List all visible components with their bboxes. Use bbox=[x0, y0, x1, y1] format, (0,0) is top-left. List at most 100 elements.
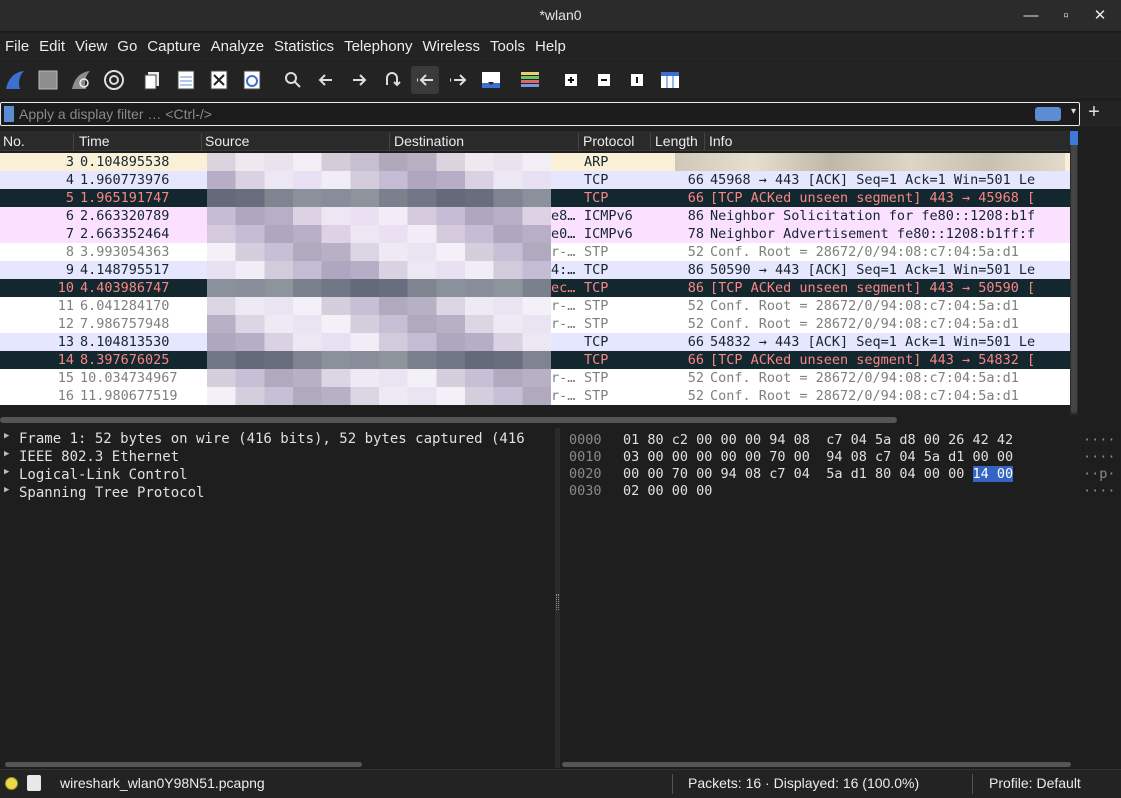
restart-capture-icon[interactable] bbox=[67, 66, 95, 94]
go-to-packet-icon[interactable] bbox=[378, 66, 406, 94]
packet-row[interactable]: 5 1.965191747 TCP 66 [TCP ACKed unseen segme… bbox=[0, 189, 1070, 207]
packet-time: 11.980677519 bbox=[80, 388, 178, 404]
save-file-icon[interactable] bbox=[172, 66, 200, 94]
detail-tree-item[interactable]: ▶ Logical-Link Control bbox=[0, 466, 555, 484]
column-header-protocol[interactable]: Protocol bbox=[580, 133, 651, 151]
packet-time: 3.993054363 bbox=[80, 244, 170, 260]
packet-destination-tail: r-… bbox=[551, 244, 576, 260]
normal-size-icon[interactable] bbox=[623, 66, 651, 94]
packet-number: 7 bbox=[65, 226, 74, 242]
packet-length: 52 bbox=[687, 316, 704, 332]
packet-length: 52 bbox=[687, 388, 704, 404]
redacted-addresses bbox=[207, 315, 551, 333]
expand-arrow-icon[interactable]: ▶ bbox=[4, 431, 9, 441]
packet-number: 12 bbox=[57, 316, 74, 332]
hex-bytes: 01 80 c2 00 00 00 94 08 c7 04 5a d8 00 2… bbox=[623, 432, 1014, 448]
packet-time: 1.965191747 bbox=[80, 190, 170, 206]
display-filter-input[interactable] bbox=[19, 105, 1019, 123]
menu-statistics[interactable]: Statistics bbox=[269, 33, 339, 61]
expand-arrow-icon[interactable]: ▶ bbox=[4, 449, 9, 459]
resize-columns-icon[interactable] bbox=[656, 66, 684, 94]
packet-info: Conf. Root = 28672/0/94:08:c7:04:5a:d1 bbox=[710, 316, 1019, 332]
zoom-out-icon[interactable] bbox=[590, 66, 618, 94]
packet-list-horizontal-scrollbar[interactable] bbox=[0, 417, 897, 423]
expert-info-led-icon[interactable] bbox=[5, 777, 18, 790]
menu-telephony[interactable]: Telephony bbox=[339, 33, 417, 61]
add-filter-button[interactable]: + bbox=[1086, 101, 1102, 124]
menu-capture[interactable]: Capture bbox=[142, 33, 205, 61]
column-header-source[interactable]: Source bbox=[202, 133, 390, 151]
packet-row[interactable]: 3 0.104895538 ARP bbox=[0, 153, 1070, 171]
packet-number: 15 bbox=[57, 370, 74, 386]
detail-tree-label: Frame 1: 52 bytes on wire (416 bits), 52… bbox=[19, 431, 525, 447]
minimize-button[interactable]: — bbox=[1021, 6, 1041, 26]
apply-filter-arrow-icon[interactable] bbox=[1035, 107, 1061, 121]
column-header-no[interactable]: No. bbox=[0, 133, 74, 151]
close-file-icon[interactable] bbox=[205, 66, 233, 94]
menu-help[interactable]: Help bbox=[530, 33, 571, 61]
expand-arrow-icon[interactable]: ▶ bbox=[4, 467, 9, 477]
go-forward-icon[interactable] bbox=[345, 66, 373, 94]
column-header-info[interactable]: Info bbox=[706, 133, 1070, 151]
menu-view[interactable]: View bbox=[70, 33, 112, 61]
column-header-destination[interactable]: Destination bbox=[391, 133, 579, 151]
packet-info: Conf. Root = 28672/0/94:08:c7:04:5a:d1 bbox=[710, 388, 1019, 404]
expand-arrow-icon[interactable]: ▶ bbox=[4, 485, 9, 495]
go-last-icon[interactable] bbox=[444, 66, 472, 94]
menu-file[interactable]: File bbox=[0, 33, 34, 61]
zoom-in-icon[interactable] bbox=[557, 66, 585, 94]
column-header-length[interactable]: Length bbox=[652, 133, 705, 151]
packet-row[interactable]: 6 2.663320789 e8… ICMPv6 86 Neighbor Solicita… bbox=[0, 207, 1070, 225]
packet-row[interactable]: 15 10.034734967 r-… STP 52 Conf. Root = 28672… bbox=[0, 369, 1070, 387]
packet-row[interactable]: 8 3.993054363 r-… STP 52 Conf. Root = 28672/0… bbox=[0, 243, 1070, 261]
profile-selector[interactable]: Profile: Default bbox=[989, 775, 1081, 791]
shark-fin-start-icon[interactable] bbox=[1, 66, 29, 94]
packet-row[interactable]: 9 4.148795517 4:… TCP 86 50590 → 443 [ACK] Se… bbox=[0, 261, 1070, 279]
detail-tree-item[interactable]: ▶ Frame 1: 52 bytes on wire (416 bits), 5… bbox=[0, 430, 555, 448]
packet-row[interactable]: 16 11.980677519 r-… STP 52 Conf. Root = 28672… bbox=[0, 387, 1070, 405]
packet-row[interactable]: 11 6.041284170 r-… STP 52 Conf. Root = 28672/… bbox=[0, 297, 1070, 315]
menu-tools[interactable]: Tools bbox=[485, 33, 530, 61]
detail-tree-item[interactable]: ▶ IEEE 802.3 Ethernet bbox=[0, 448, 555, 466]
status-bar: wireshark_wlan0Y98N51.pcapng Packets: 16… bbox=[0, 769, 1121, 798]
stop-capture-icon[interactable] bbox=[34, 66, 62, 94]
packet-row[interactable]: 7 2.663352464 e0… ICMPv6 78 Neighbor Advertis… bbox=[0, 225, 1070, 243]
packet-number: 10 bbox=[57, 280, 74, 296]
display-filter-bar: ▾ + bbox=[0, 101, 1121, 127]
packet-protocol: TCP bbox=[584, 172, 609, 188]
bytes-horizontal-scrollbar[interactable] bbox=[562, 762, 1071, 767]
autoscroll-icon[interactable] bbox=[477, 66, 505, 94]
menu-edit[interactable]: Edit bbox=[34, 33, 70, 61]
column-header-time[interactable]: Time bbox=[76, 133, 202, 151]
detail-tree-item[interactable]: ▶ Spanning Tree Protocol bbox=[0, 484, 555, 502]
colorize-icon[interactable] bbox=[516, 66, 544, 94]
open-file-icon[interactable] bbox=[139, 66, 167, 94]
menu-wireless[interactable]: Wireless bbox=[417, 33, 485, 61]
packet-list-vertical-scrollbar[interactable] bbox=[1070, 131, 1078, 415]
packet-protocol: TCP bbox=[584, 262, 609, 278]
reload-file-icon[interactable] bbox=[238, 66, 266, 94]
packet-protocol: ICMPv6 bbox=[584, 208, 633, 224]
packet-row[interactable]: 4 1.960773976 TCP 66 45968 → 443 [ACK] Seq=1… bbox=[0, 171, 1070, 189]
packet-info: Conf. Root = 28672/0/94:08:c7:04:5a:d1 bbox=[710, 370, 1019, 386]
menu-analyze[interactable]: Analyze bbox=[206, 33, 269, 61]
title-bar: *wlan0 — ▫ ✕ bbox=[0, 0, 1121, 32]
capture-options-icon[interactable] bbox=[100, 66, 128, 94]
packet-time: 4.403986747 bbox=[80, 280, 170, 296]
packet-row[interactable]: 13 8.104813530 TCP 66 54832 → 443 [ACK] Seq=… bbox=[0, 333, 1070, 351]
maximize-button[interactable]: ▫ bbox=[1056, 6, 1076, 26]
close-button[interactable]: ✕ bbox=[1090, 6, 1110, 26]
menu-go[interactable]: Go bbox=[112, 33, 142, 61]
bookmark-icon[interactable] bbox=[4, 106, 14, 122]
packet-protocol: TCP bbox=[584, 190, 609, 206]
packet-protocol: TCP bbox=[584, 334, 609, 350]
details-horizontal-scrollbar[interactable] bbox=[5, 762, 362, 767]
packet-row[interactable]: 10 4.403986747 ec… TCP 86 [TCP ACKed unseen s… bbox=[0, 279, 1070, 297]
find-packet-icon[interactable] bbox=[279, 66, 307, 94]
filter-history-dropdown-icon[interactable]: ▾ bbox=[1071, 106, 1076, 117]
packet-row[interactable]: 12 7.986757948 r-… STP 52 Conf. Root = 28672/… bbox=[0, 315, 1070, 333]
go-back-icon[interactable] bbox=[312, 66, 340, 94]
packet-row[interactable]: 14 8.397676025 TCP 66 [TCP ACKed unseen segm… bbox=[0, 351, 1070, 369]
capture-comment-icon[interactable] bbox=[27, 775, 41, 791]
go-first-icon[interactable] bbox=[411, 66, 439, 94]
